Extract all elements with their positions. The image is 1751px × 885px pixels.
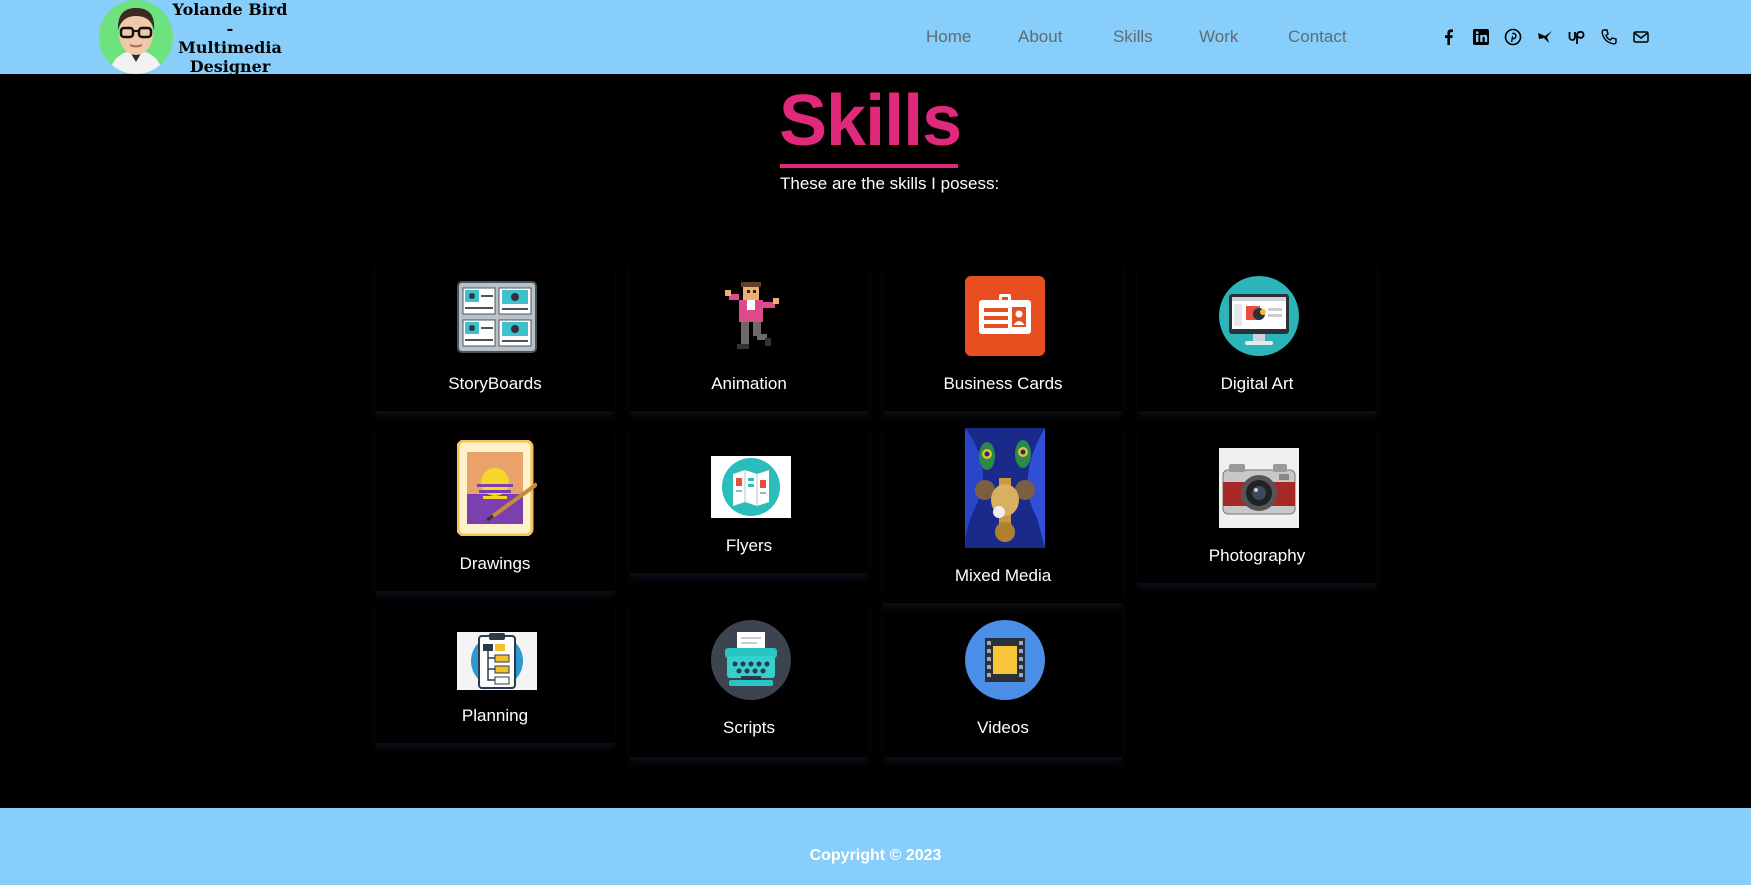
nav-contact[interactable]: Contact [1288, 27, 1347, 47]
drawing-icon [456, 439, 539, 537]
skill-label: Digital Art [1220, 374, 1294, 393]
linkedin-icon[interactable] [1472, 28, 1490, 46]
skill-label: Videos [977, 718, 1029, 737]
skill-card-business-cards[interactable]: Business Cards [884, 262, 1122, 414]
business-card-icon [965, 276, 1045, 356]
page-title: Skills [779, 81, 962, 161]
nav-about[interactable]: About [1018, 27, 1062, 47]
skill-label: Drawings [459, 554, 531, 573]
skill-card-mixed-media[interactable]: Mixed Media [884, 426, 1122, 606]
skill-card-digital-art[interactable]: Digital Art [1138, 262, 1376, 414]
digital-art-icon [1219, 276, 1299, 356]
animation-icon [711, 276, 791, 356]
skill-label: Scripts [723, 718, 775, 737]
site-header: Yolande Bird - Multimedia Designer Home … [0, 0, 1751, 76]
email-icon[interactable] [1632, 28, 1650, 46]
fiverr-icon[interactable] [1536, 28, 1554, 46]
nav-skills[interactable]: Skills [1113, 27, 1153, 47]
skill-label: Flyers [725, 536, 773, 555]
skill-card-scripts[interactable]: Scripts [630, 600, 868, 760]
film-icon [965, 620, 1045, 700]
skill-card-photography[interactable]: Photography [1138, 426, 1376, 586]
storyboard-icon [457, 276, 537, 356]
brand-line: Designer [189, 57, 271, 76]
page-subtitle: These are the skills I posess: [780, 174, 1000, 193]
mixed-media-icon [965, 428, 1045, 548]
brand-line: Yolande Bird [172, 0, 288, 19]
facebook-icon[interactable] [1440, 28, 1458, 46]
copyright-text: Copyright © 2023 [809, 847, 942, 864]
skill-label: Business Cards [943, 374, 1063, 393]
nav-work[interactable]: Work [1199, 27, 1238, 47]
skill-label: StoryBoards [448, 374, 542, 393]
skill-label: Planning [461, 706, 529, 725]
skill-card-drawings[interactable]: Drawings [376, 426, 614, 594]
flyer-icon [711, 456, 791, 518]
nav-home[interactable]: Home [926, 27, 971, 47]
skill-card-flyers[interactable]: Flyers [630, 426, 868, 576]
camera-icon [1219, 448, 1299, 528]
skill-card-planning[interactable]: Planning [376, 600, 614, 746]
upwork-icon[interactable] [1568, 28, 1586, 46]
skill-card-storyboards[interactable]: StoryBoards [376, 262, 614, 414]
typewriter-icon [711, 620, 791, 700]
title-underline [780, 164, 958, 168]
skill-label: Mixed Media [954, 566, 1052, 585]
skill-label: Photography [1208, 546, 1306, 565]
skill-card-animation[interactable]: Animation [630, 262, 868, 414]
pinterest-icon[interactable] [1504, 28, 1522, 46]
skill-label: Animation [711, 374, 787, 393]
skill-card-videos[interactable]: Videos [884, 600, 1122, 760]
planning-icon [457, 632, 537, 690]
phone-icon[interactable] [1600, 28, 1618, 46]
